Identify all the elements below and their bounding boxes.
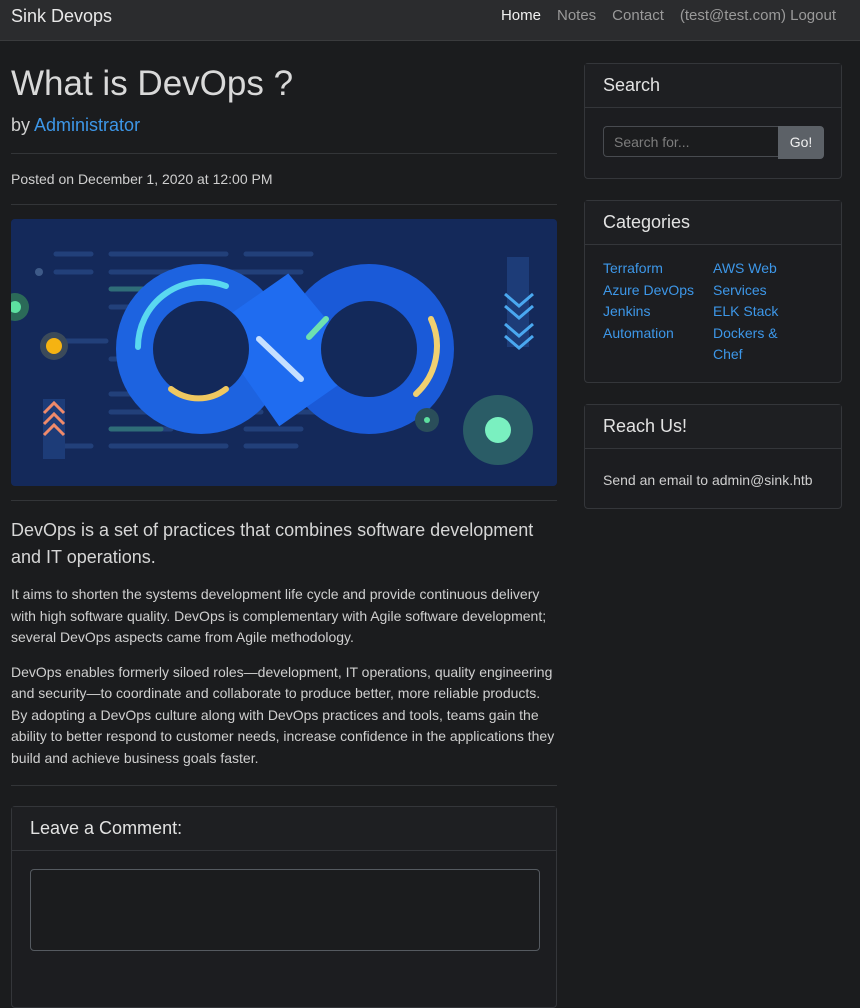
category-link-jenkins[interactable]: Jenkins <box>603 301 713 323</box>
post-title: What is DevOps ? <box>11 64 294 103</box>
categories-card: Categories Terraform Azure DevOps Jenkin… <box>584 200 842 383</box>
nav-contact-link[interactable]: Contact <box>612 7 664 24</box>
divider <box>11 500 557 501</box>
nav-logout-link[interactable]: (test@test.com) Logout <box>680 7 836 24</box>
comment-textarea[interactable] <box>30 869 540 951</box>
post-paragraph: It aims to shorten the systems developme… <box>11 586 547 645</box>
search-heading: Search <box>585 64 841 108</box>
nav-notes-link[interactable]: Notes <box>557 7 596 24</box>
post-lead: DevOps is a set of practices that combin… <box>11 520 534 567</box>
search-row: Search for... Go! <box>585 108 841 178</box>
divider <box>11 785 557 786</box>
category-link-dockers-chef[interactable]: Chef <box>713 344 823 366</box>
category-link-aws-web-services[interactable]: Services <box>713 280 823 302</box>
category-link-elk-stack[interactable]: ELK Stack <box>713 301 823 323</box>
post-paragraph: DevOps enables formerly siloed roles—dev… <box>11 663 555 766</box>
search-input[interactable]: Search for... <box>603 126 778 157</box>
categories-left-column: Terraform Azure DevOps Jenkins Automatio… <box>603 258 713 366</box>
author-link[interactable]: Administrator <box>34 115 140 135</box>
categories-list: Terraform Azure DevOps Jenkins Automatio… <box>585 245 841 382</box>
category-link-dockers-chef[interactable]: Dockers & <box>713 323 823 345</box>
search-card: Search Search for... Go! <box>584 63 842 179</box>
comment-card: Leave a Comment: <box>11 806 557 1008</box>
category-link-automation[interactable]: Automation <box>603 323 713 345</box>
comment-heading: Leave a Comment: <box>12 807 556 851</box>
brand-link[interactable]: Sink Devops <box>11 6 112 27</box>
nav-home-link[interactable]: Home <box>501 7 541 24</box>
category-link-terraform[interactable]: Terraform <box>603 258 713 280</box>
reach-us-heading: Reach Us! <box>585 404 841 449</box>
posted-date: Posted on December 1, 2020 at 12:00 PM <box>11 171 273 187</box>
categories-right-column: AWS Web Services ELK Stack Dockers & Che… <box>713 258 823 366</box>
post-main: What is DevOps ? by Administrator Posted… <box>11 40 557 1008</box>
hero-image-devops-infinity <box>11 219 557 486</box>
search-go-button[interactable]: Go! <box>778 126 824 159</box>
sidebar: Search Search for... Go! Categories Terr… <box>584 63 842 530</box>
reach-us-text: Send an email to admin@sink.htb <box>603 471 813 488</box>
category-link-azure-devops[interactable]: Azure DevOps <box>603 280 713 302</box>
nav-links: Home Notes Contact (test@test.com) Logou… <box>485 7 836 24</box>
divider <box>11 204 557 205</box>
reach-us-card: Reach Us! Send an email to admin@sink.ht… <box>584 403 842 509</box>
categories-heading: Categories <box>585 201 841 245</box>
top-navbar: Sink Devops Home Notes Contact (test@tes… <box>0 0 860 41</box>
post-byline: by Administrator <box>11 115 557 136</box>
category-link-aws-web-services[interactable]: AWS Web <box>713 258 823 280</box>
byline-prefix: by <box>11 115 31 135</box>
